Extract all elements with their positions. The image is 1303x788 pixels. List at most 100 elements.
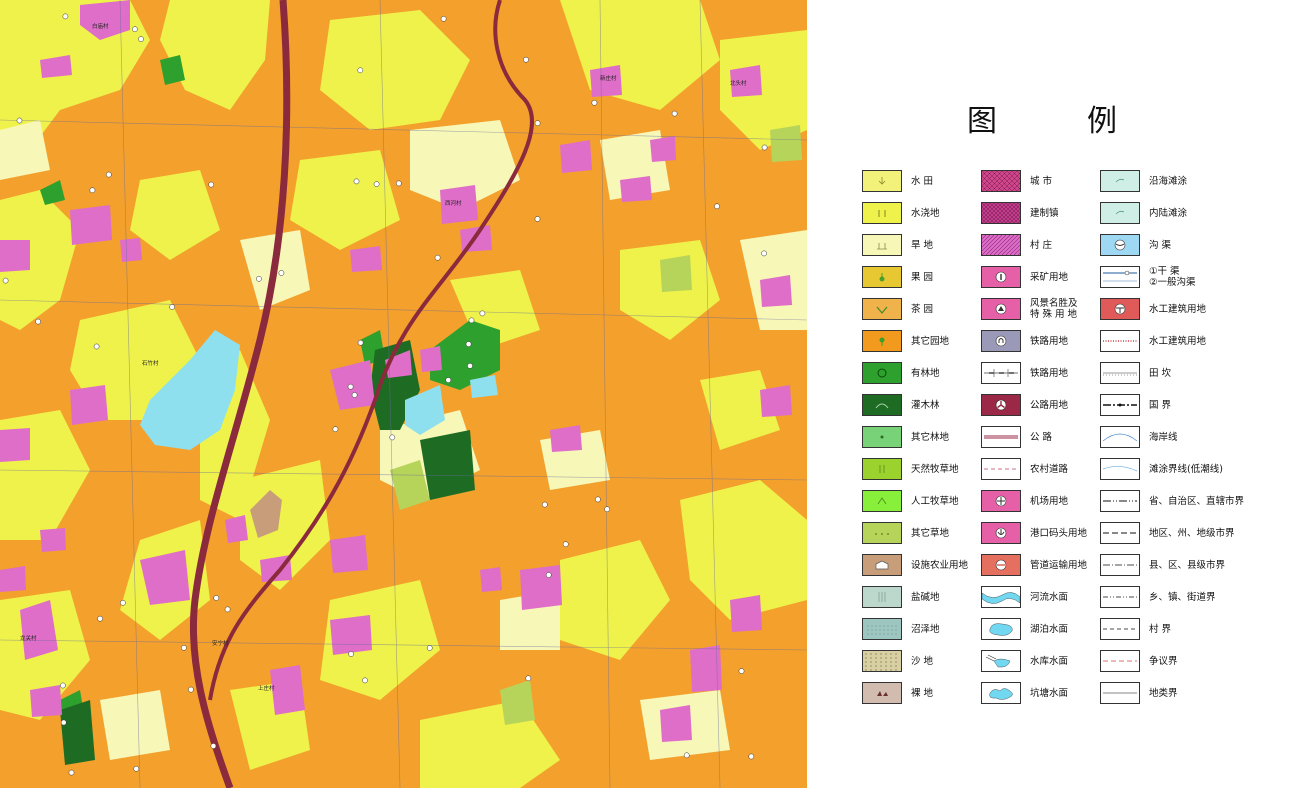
legend-item-airport: 机场用地 — [981, 489, 1068, 513]
map-symbol — [188, 686, 194, 693]
irrigated-land-icon — [862, 202, 902, 224]
map-symbol — [332, 426, 339, 433]
legend-item-dry-land: 旱 地 — [862, 233, 933, 257]
legend-item-mining: 采矿用地 — [981, 265, 1068, 289]
legend-item-rural-road: 农村道路 — [981, 457, 1068, 481]
legend-item-other-garden: 其它园地 — [862, 329, 949, 353]
legend-label: 沟 渠 — [1149, 239, 1172, 251]
map-symbol — [479, 310, 486, 317]
ditch-icon — [1100, 234, 1140, 256]
legend-title-char: 例 — [1087, 104, 1117, 139]
legend-item-pipeline: 管道运输用地 — [981, 553, 1087, 577]
map-symbol — [534, 216, 541, 222]
legend-item-village: 村 庄 — [981, 233, 1052, 257]
map-symbol — [761, 250, 767, 257]
map-symbol — [60, 719, 67, 726]
legend-item-coastline: 海岸线 — [1100, 425, 1178, 449]
highway-icon — [981, 426, 1021, 448]
legend-item-town: 建制镇 — [981, 201, 1059, 225]
map-symbol — [395, 180, 402, 187]
legend-item-other-grassland: 其它草地 — [862, 521, 949, 545]
place-label: 上庄村 — [258, 684, 275, 692]
other-garden-icon — [862, 330, 902, 352]
legend-title: 图 例 — [967, 96, 1117, 140]
legend-item-low-tide-line: 滩涂界线(低潮线) — [1100, 457, 1223, 481]
village-icon — [981, 234, 1021, 256]
legend-item-hydraulic-line: 水工建筑用地 — [1100, 329, 1206, 353]
legend-item-railway-line: 铁路用地 — [981, 361, 1068, 385]
map-symbol — [373, 181, 380, 187]
scenic-special-icon — [981, 298, 1021, 320]
legend-item-facility-agriculture: 设施农业用地 — [862, 553, 968, 577]
place-label: 石竹村 — [142, 359, 159, 367]
saline-land-icon — [862, 586, 902, 608]
legend-item-inland-tidal-flat: 内陆滩涂 — [1100, 201, 1187, 225]
legend-item-pond: 坑塘水面 — [981, 681, 1068, 705]
hydraulic-line-icon — [1100, 330, 1140, 352]
map-symbol — [683, 752, 690, 759]
map-symbol — [224, 606, 231, 613]
legend-item-sand: 沙 地 — [862, 649, 933, 673]
mining-icon — [981, 266, 1021, 288]
artificial-grassland-icon — [862, 490, 902, 512]
legend-label: 其它园地 — [911, 335, 950, 347]
legend-label: 县、区、县级市界 — [1149, 559, 1226, 571]
legend-label: 乡、镇、街道界 — [1149, 591, 1216, 603]
inland-tidal-flat-icon — [1100, 202, 1140, 224]
legend-label: 果 园 — [911, 271, 934, 283]
legend-label: 地类界 — [1149, 687, 1178, 699]
legend-item-ridge: 田 坎 — [1100, 361, 1171, 385]
pipeline-icon — [981, 554, 1021, 576]
map-symbol — [97, 615, 103, 622]
legend-label: 有林地 — [911, 367, 940, 379]
legend-label: 滩涂界线(低潮线) — [1149, 463, 1223, 475]
legend-label: 水工建筑用地 — [1149, 335, 1207, 347]
legend-item-bare-land: 裸 地 — [862, 681, 933, 705]
shrub-forest-icon — [862, 394, 902, 416]
legend-label: 铁路用地 — [1030, 367, 1069, 379]
legend-item-saline-land: 盐碱地 — [862, 585, 940, 609]
legend-label: 河流水面 — [1030, 591, 1069, 603]
legend-label: 争议界 — [1149, 655, 1178, 667]
legend-label: 内陆滩涂 — [1149, 207, 1188, 219]
legend-label: 沿海滩涂 — [1149, 175, 1188, 187]
legend-item-township-border: 乡、镇、街道界 — [1100, 585, 1216, 609]
map-symbol — [714, 203, 720, 210]
tea-garden-icon — [862, 298, 902, 320]
land-use-map[interactable]: 白庙村 上庄村 龙关村 石竹村 新庄村 西河村 安宁村 北头村 — [0, 0, 807, 788]
legend-label: 港口码头用地 — [1030, 527, 1088, 539]
map-symbol — [525, 675, 532, 682]
coastline-icon — [1100, 426, 1140, 448]
legend-item-tea-garden: 茶 园 — [862, 297, 933, 321]
town-icon — [981, 202, 1021, 224]
legend-label: 城 市 — [1030, 175, 1053, 187]
map-symbol — [213, 595, 220, 601]
legend-label: 湖泊水面 — [1030, 623, 1069, 635]
place-label: 北头村 — [730, 79, 747, 87]
county-border-icon — [1100, 554, 1140, 576]
map-symbol — [595, 496, 601, 503]
legend-label: 设施农业用地 — [911, 559, 969, 571]
legend-item-other-forest: 其它林地 — [862, 425, 949, 449]
place-label: 西河村 — [445, 199, 462, 207]
reservoir-icon — [981, 650, 1021, 672]
map-symbol — [465, 341, 472, 347]
legend-item-forest: 有林地 — [862, 361, 940, 385]
lake-icon — [981, 618, 1021, 640]
legend-item-coastal-tidal-flat: 沿海滩涂 — [1100, 169, 1187, 193]
legend-label: 农村道路 — [1030, 463, 1069, 475]
map-symbol — [256, 275, 262, 282]
legend-item-artificial-grassland: 人工牧草地 — [862, 489, 959, 513]
legend-item-natural-grassland: 天然牧草地 — [862, 457, 959, 481]
map-symbol — [434, 254, 441, 261]
prefecture-border-icon — [1100, 522, 1140, 544]
map-symbol — [181, 644, 187, 651]
map-symbol — [389, 434, 396, 441]
legend-item-paddy-field: 水 田 — [862, 169, 933, 193]
map-symbol — [362, 677, 368, 684]
legend-item-disputed-border: 争议界 — [1100, 649, 1178, 673]
landclass-border-icon — [1100, 682, 1140, 704]
dry-land-icon — [862, 234, 902, 256]
map-symbol — [169, 304, 175, 310]
legend-label: 省、自治区、直辖市界 — [1149, 495, 1245, 507]
